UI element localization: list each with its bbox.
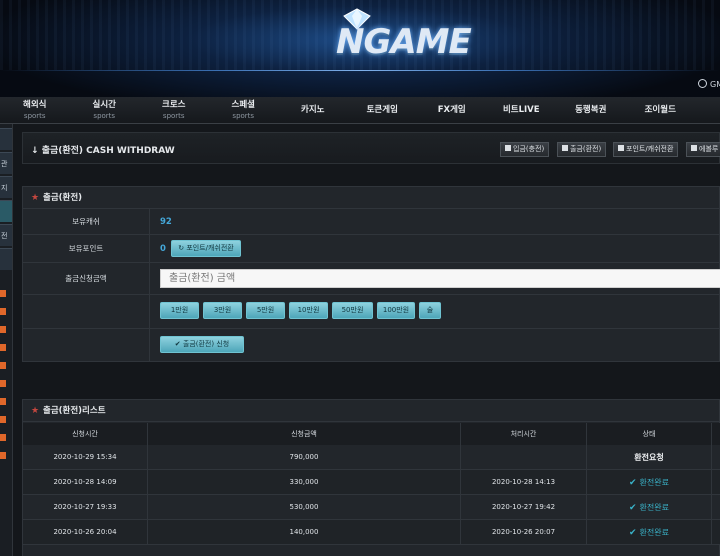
- cell-requested: 2020-10-29 15:34: [23, 445, 148, 470]
- point-label: 보유포인트: [23, 235, 150, 262]
- history-panel: ★ 출금(환전)리스트 신청시간 신청금액 처리시간 상태 2020-10-29 …: [22, 399, 720, 556]
- cell-amount: 530,000: [148, 495, 461, 520]
- quick-amount-10k[interactable]: 1만원: [160, 302, 199, 319]
- submit-row: ✔ 출금(환전) 신청: [23, 329, 719, 361]
- sidebar-marker: [0, 380, 6, 387]
- point-value: 0: [160, 244, 166, 254]
- plus-icon: [618, 145, 624, 151]
- sidebar-marker: [0, 344, 6, 351]
- quick-amount-30k[interactable]: 3만원: [203, 302, 242, 319]
- cell-processed: 2020-10-28 14:13: [461, 470, 587, 495]
- cell-status: ✔ 환전완료: [587, 470, 712, 495]
- plus-icon: [691, 145, 697, 151]
- col-status: 상태: [587, 423, 712, 445]
- col-requested: 신청시간: [23, 423, 148, 445]
- quick-amount-50k[interactable]: 5만원: [246, 302, 285, 319]
- check-icon: ✔: [629, 503, 637, 513]
- amount-input[interactable]: 출금(환전) 금액: [160, 269, 720, 288]
- evolution-button[interactable]: 에볼루: [686, 142, 720, 157]
- quick-amount-500k[interactable]: 50만원: [332, 302, 373, 319]
- sidebar-tab[interactable]: [0, 128, 12, 150]
- quick-amount-row: 1만원 3만원 5만원 10만원 50만원 100만원 술: [23, 295, 719, 329]
- table-row: 2020-10-28 14:09 330,000 2020-10-28 14:13 ✔…: [23, 470, 720, 495]
- sidebar-tab[interactable]: [0, 200, 12, 222]
- history-section-title: ★ 출금(환전)리스트: [23, 400, 719, 422]
- sidebar-tab[interactable]: [0, 248, 12, 270]
- table-row: 2020-10-27 19:33 530,000 2020-10-27 19:42 ✔…: [23, 495, 720, 520]
- sidebar-marker: [0, 398, 6, 405]
- cash-value: 92: [160, 217, 172, 227]
- cell-requested: 2020-10-27 19:33: [23, 495, 148, 520]
- cash-row: 보유캐쉬 92: [23, 209, 719, 235]
- logo-text: NGAME: [336, 22, 472, 62]
- cell-processed: [461, 445, 587, 470]
- clock: GM: [698, 79, 720, 89]
- sidebar-marker: [0, 362, 6, 369]
- cell-requested: 2020-10-28 14:09: [23, 470, 148, 495]
- cell-amount: 790,000: [148, 445, 461, 470]
- point-convert-button[interactable]: ↻ 포인트/캐쉬전환: [171, 240, 241, 257]
- ongame-logo[interactable]: NGAME: [314, 8, 504, 68]
- cell-processed: 2020-10-27 19:42: [461, 495, 587, 520]
- quick-amount-1m[interactable]: 100만원: [377, 302, 415, 319]
- cell-status: ✔ 환전완료: [587, 495, 712, 520]
- clock-icon: [698, 79, 707, 88]
- cell-requested: 2020-10-26 20:04: [23, 520, 148, 545]
- table-row: 2020-10-29 15:34 790,000 환전요청: [23, 445, 720, 470]
- minus-icon: [562, 145, 568, 151]
- nav-item-live[interactable]: 실시간 sports: [70, 97, 140, 123]
- cell-status: ✔ 환전완료: [587, 520, 712, 545]
- nav-item-casino[interactable]: 카지노: [278, 97, 348, 123]
- point-row: 보유포인트 0 ↻ 포인트/캐쉬전환: [23, 235, 719, 263]
- amount-row: 출금신청금액 출금(환전) 금액: [23, 263, 720, 295]
- check-icon: ✔: [174, 340, 183, 348]
- withdraw-section-title: ★ 출금(환전): [23, 187, 719, 209]
- nav-item-special[interactable]: 스페셜 sports: [209, 97, 279, 123]
- col-processed: 처리시간: [461, 423, 587, 445]
- cell-amount: 140,000: [148, 520, 461, 545]
- sidebar-marker: [0, 452, 6, 459]
- withdraw-submit-button[interactable]: ✔ 출금(환전) 신청: [160, 336, 244, 353]
- cell-status: 환전요청: [587, 445, 712, 470]
- nav-item-overseas[interactable]: 해외식 sports: [0, 97, 70, 123]
- withdraw-panel: ★ 출금(환전) 보유캐쉬 92 보유포인트 0 ↻ 포인트/캐쉬전환 출금신청금…: [22, 186, 720, 362]
- page-root: NGAME GM 해외식 sports 실시간 sports 크로스 sports 스…: [0, 0, 720, 556]
- nav-item-bitlive[interactable]: 비트LIVE: [487, 97, 557, 123]
- nav-item-cross[interactable]: 크로스 sports: [139, 97, 209, 123]
- page-title: ↓ 출금(환전) CASH WITHDRAW: [31, 146, 175, 156]
- amount-label: 출금신청금액: [23, 263, 150, 294]
- arrow-down-icon: ↓: [31, 146, 42, 156]
- check-icon: ✔: [629, 478, 637, 488]
- table-row: 2020-10-26 20:04 140,000 2020-10-26 20:07 ✔…: [23, 520, 720, 545]
- sidebar-tab[interactable]: 관: [0, 152, 12, 174]
- nav-item-joyworld[interactable]: 조이월드: [626, 97, 696, 123]
- left-sidebar: 관 지 전: [0, 124, 13, 556]
- sidebar-tab[interactable]: 전: [0, 224, 12, 246]
- sidebar-marker: [0, 290, 6, 297]
- sidebar-tab[interactable]: 지: [0, 176, 12, 198]
- col-amount: 신청금액: [148, 423, 461, 445]
- nav-item-fx[interactable]: FX게임: [417, 97, 487, 123]
- check-icon: ✔: [629, 528, 637, 538]
- main-nav: 해외식 sports 실시간 sports 크로스 sports 스페셜 sports …: [0, 97, 720, 124]
- withdraw-button[interactable]: 출금(환전): [557, 142, 607, 157]
- page-titlebar: ↓ 출금(환전) CASH WITHDRAW 입금(충전) 출금(환전) 포인트…: [22, 132, 720, 164]
- cell-amount: 330,000: [148, 470, 461, 495]
- quick-amount-reset[interactable]: 술: [419, 302, 441, 319]
- nav-item-token[interactable]: 토큰게임: [348, 97, 418, 123]
- deposit-button[interactable]: 입금(충전): [500, 142, 550, 157]
- cell-processed: 2020-10-26 20:07: [461, 520, 587, 545]
- quick-amount-100k[interactable]: 10만원: [289, 302, 328, 319]
- site-header: NGAME GM: [0, 0, 720, 97]
- point-cash-convert-button[interactable]: 포인트/캐쉬전환: [613, 142, 679, 157]
- star-icon: ★: [31, 193, 40, 203]
- nav-item-lottery[interactable]: 동행복권: [556, 97, 626, 123]
- sidebar-marker: [0, 434, 6, 441]
- sidebar-marker: [0, 308, 6, 315]
- star-icon: ★: [31, 406, 40, 416]
- sidebar-marker: [0, 416, 6, 423]
- plus-icon: [505, 145, 511, 151]
- cash-label: 보유캐쉬: [23, 209, 150, 234]
- sidebar-marker: [0, 326, 6, 333]
